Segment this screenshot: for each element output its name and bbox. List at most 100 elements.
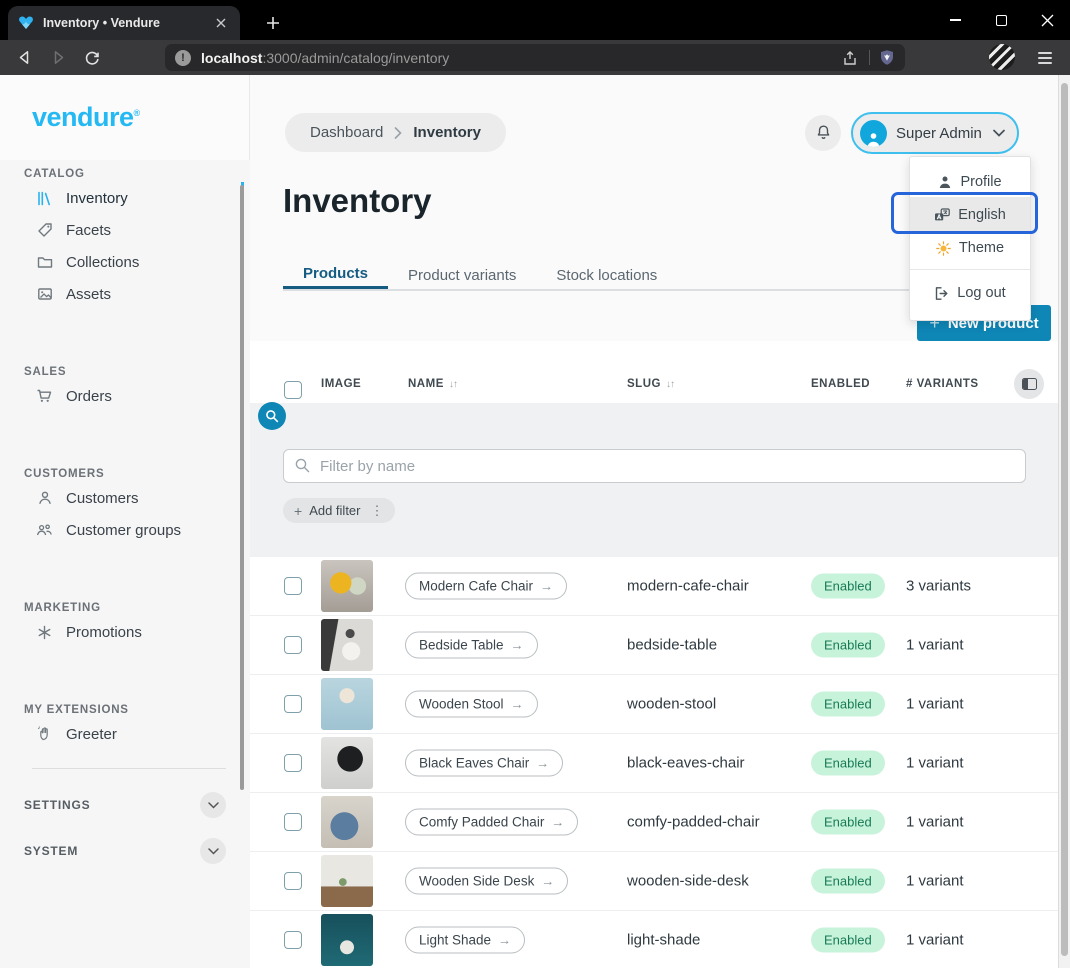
tab-product-variants[interactable]: Product variants: [388, 261, 536, 289]
sidebar-item-assets[interactable]: Assets: [0, 278, 244, 310]
notifications-button[interactable]: [805, 115, 841, 151]
row-checkbox[interactable]: [284, 813, 302, 831]
row-checkbox[interactable]: [284, 636, 302, 654]
product-name-link[interactable]: Black Eaves Chair→: [405, 750, 563, 777]
add-filter-button[interactable]: + Add filter ⋮: [283, 498, 395, 523]
menu-item-theme[interactable]: Theme: [910, 233, 1030, 263]
browser-menu-icon[interactable]: [1034, 47, 1056, 69]
table-row[interactable]: Comfy Padded Chair→ comfy-padded-chair E…: [250, 793, 1058, 852]
filter-input[interactable]: [283, 449, 1026, 483]
page-scrollbar-thumb[interactable]: [1061, 83, 1068, 956]
tab-products[interactable]: Products: [283, 261, 388, 289]
menu-item-logout[interactable]: Log out: [910, 276, 1030, 310]
product-name-link[interactable]: Wooden Stool→: [405, 691, 538, 718]
table-row[interactable]: Light Shade→ light-shade Enabled 1 varia…: [250, 911, 1058, 968]
row-checkbox[interactable]: [284, 695, 302, 713]
new-tab-icon[interactable]: [262, 12, 284, 34]
sidebar-item-greeter[interactable]: Greeter: [0, 718, 244, 750]
url-text: localhost:3000/admin/catalog/inventory: [201, 50, 449, 66]
vendure-favicon-icon: [18, 15, 34, 31]
page-scrollbar[interactable]: [1058, 75, 1070, 968]
product-name-link[interactable]: Comfy Padded Chair→: [405, 809, 578, 836]
row-checkbox[interactable]: [284, 872, 302, 890]
row-checkbox[interactable]: [284, 931, 302, 949]
table-row[interactable]: Black Eaves Chair→ black-eaves-chair Ena…: [250, 734, 1058, 793]
product-slug: light-shade: [627, 932, 700, 949]
product-thumbnail: [321, 619, 373, 671]
status-badge: Enabled: [811, 692, 885, 717]
browser-tab[interactable]: Inventory • Vendure: [8, 6, 240, 40]
window-minimize-icon[interactable]: [932, 0, 978, 40]
sidebar-scrollbar[interactable]: [240, 185, 244, 790]
sidebar-item-facets[interactable]: Facets: [0, 214, 244, 246]
product-thumbnail: [321, 796, 373, 848]
arrow-right-icon: →: [511, 697, 524, 712]
chevron-down-icon[interactable]: [200, 792, 226, 818]
product-name-link[interactable]: Bedside Table→: [405, 632, 538, 659]
table-row[interactable]: Modern Cafe Chair→ modern-cafe-chair Ena…: [250, 557, 1058, 616]
menu-item-profile[interactable]: Profile: [910, 167, 1030, 197]
variant-count: 1 variant: [906, 814, 964, 831]
tab-close-icon[interactable]: [212, 14, 230, 32]
breadcrumb-inventory: Inventory: [413, 124, 481, 141]
image-icon: [36, 286, 53, 303]
sidebar-item-label: Assets: [66, 286, 111, 303]
product-name-link[interactable]: Wooden Side Desk→: [405, 868, 568, 895]
page-title: Inventory: [283, 182, 432, 220]
table-row[interactable]: Wooden Stool→ wooden-stool Enabled 1 var…: [250, 675, 1058, 734]
status-badge: Enabled: [811, 574, 885, 599]
row-checkbox[interactable]: [284, 754, 302, 772]
column-settings-button[interactable]: [1014, 369, 1044, 399]
sort-icon[interactable]: ↓↑: [666, 379, 674, 390]
sort-icon[interactable]: ↓↑: [449, 379, 457, 390]
chevron-down-icon[interactable]: [200, 838, 226, 864]
breadcrumb-chevron-icon: [394, 127, 402, 139]
vendure-logo: vendure®: [32, 102, 140, 133]
back-icon[interactable]: [8, 44, 40, 72]
browser-profile-avatar[interactable]: [989, 44, 1015, 70]
window-maximize-icon[interactable]: [978, 0, 1024, 40]
select-all-checkbox[interactable]: [284, 381, 302, 399]
table-row[interactable]: Bedside Table→ bedside-table Enabled 1 v…: [250, 616, 1058, 675]
chevron-down-icon: [993, 129, 1005, 137]
variant-count: 1 variant: [906, 696, 964, 713]
window-close-icon[interactable]: [1024, 0, 1070, 40]
user-menu-button[interactable]: Super Admin: [851, 112, 1019, 154]
more-options-icon[interactable]: ⋮: [371, 503, 384, 519]
product-thumbnail: [321, 560, 373, 612]
product-name-link[interactable]: Modern Cafe Chair→: [405, 573, 567, 600]
column-header-image: IMAGE: [321, 378, 361, 390]
row-checkbox[interactable]: [284, 577, 302, 595]
url-bar[interactable]: ! localhost:3000/admin/catalog/inventory: [165, 44, 905, 71]
column-header-name[interactable]: NAME↓↑: [408, 378, 457, 390]
menu-item-label: Theme: [959, 240, 1004, 256]
arrow-right-icon: →: [511, 638, 524, 653]
site-info-icon[interactable]: !: [175, 50, 191, 66]
forward-icon[interactable]: [42, 44, 74, 72]
menu-item-language[interactable]: English: [910, 197, 1030, 233]
sidebar-item-promotions[interactable]: Promotions: [0, 616, 244, 648]
status-badge: Enabled: [811, 928, 885, 953]
add-filter-label: Add filter: [309, 503, 360, 518]
table-header-row: IMAGE NAME↓↑ SLUG↓↑ ENABLED # VARIANTS: [250, 341, 1058, 403]
section-label-marketing: MARKETING: [24, 602, 250, 616]
logout-icon: [934, 286, 949, 301]
sidebar-section-system[interactable]: SYSTEM: [24, 835, 226, 867]
column-header-slug[interactable]: SLUG↓↑: [627, 378, 674, 390]
sidebar-item-customer-groups[interactable]: Customer groups: [0, 514, 244, 546]
sidebar-item-customers[interactable]: Customers: [0, 482, 244, 514]
reload-icon[interactable]: [76, 44, 108, 72]
tab-stock-locations[interactable]: Stock locations: [536, 261, 677, 289]
sidebar-section-settings[interactable]: SETTINGS: [24, 789, 226, 821]
table-row[interactable]: Wooden Side Desk→ wooden-side-desk Enabl…: [250, 852, 1058, 911]
url-path: :3000/admin/catalog/inventory: [262, 50, 449, 66]
sidebar-item-collections[interactable]: Collections: [0, 246, 244, 278]
share-icon[interactable]: [842, 50, 860, 66]
product-name-link[interactable]: Light Shade→: [405, 927, 525, 954]
brave-shield-icon[interactable]: [879, 49, 895, 66]
search-toggle-button[interactable]: [258, 402, 286, 430]
breadcrumb-dashboard[interactable]: Dashboard: [310, 124, 383, 141]
variant-count: 3 variants: [906, 578, 971, 595]
sidebar-item-inventory[interactable]: Inventory: [0, 182, 244, 214]
sidebar-item-orders[interactable]: Orders: [0, 380, 244, 412]
